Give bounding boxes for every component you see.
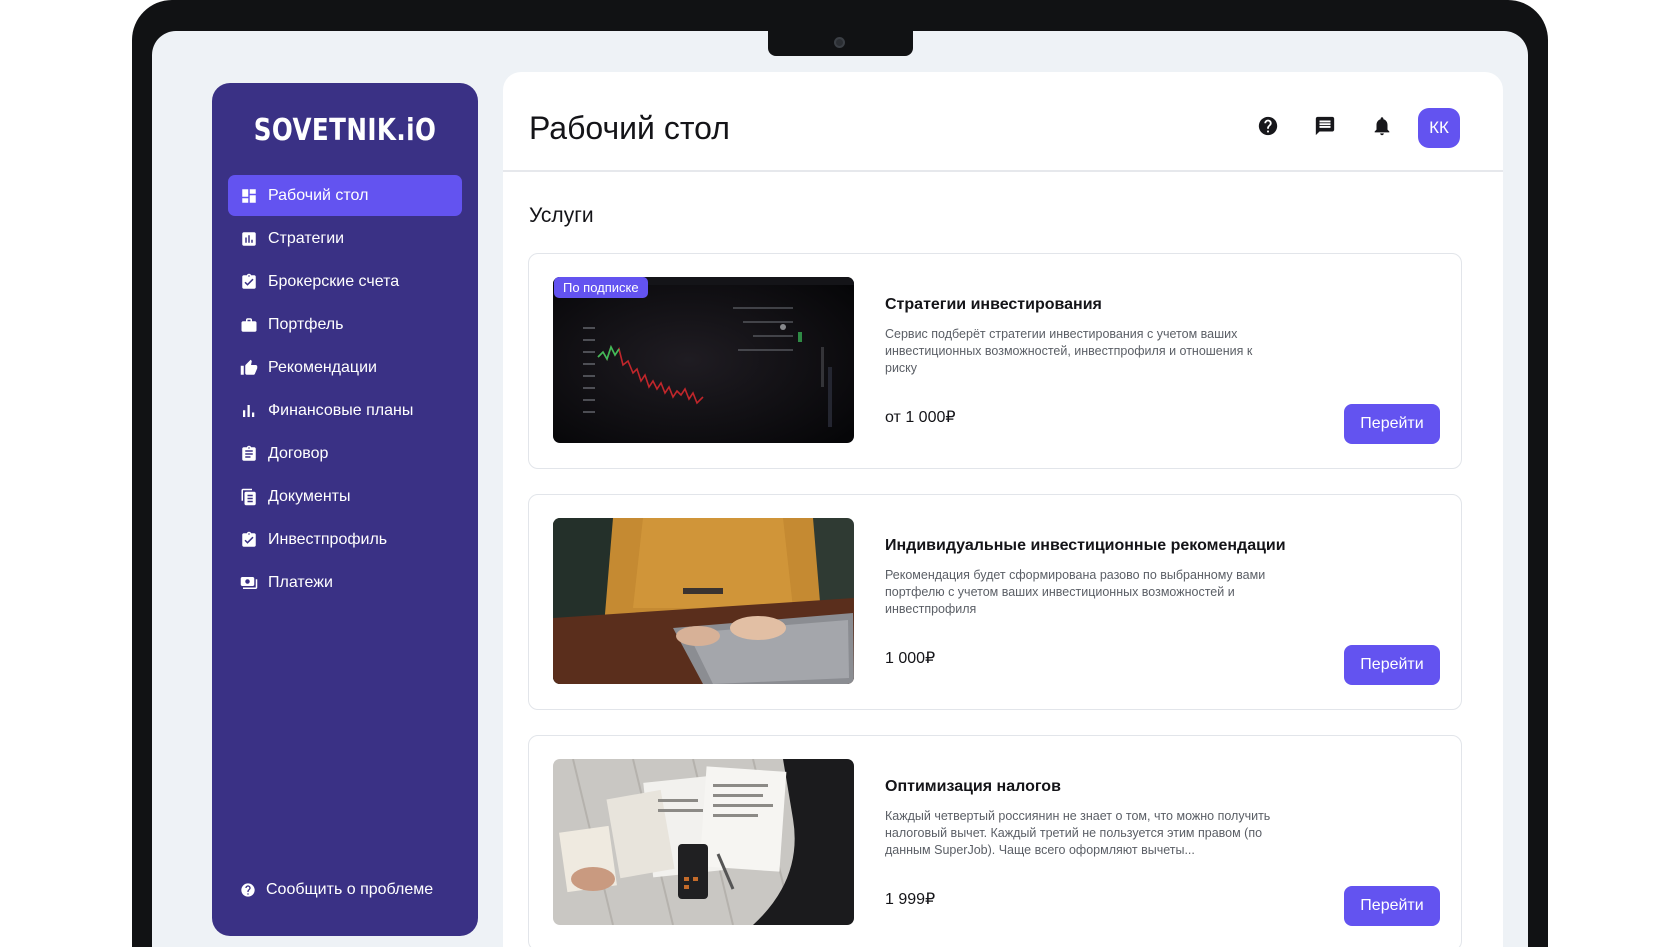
documents-icon — [240, 488, 258, 506]
report-problem-link[interactable]: Сообщить о проблеме — [240, 881, 433, 899]
service-card: Индивидуальные инвестиционные рекомендац… — [528, 494, 1462, 710]
section-title: Услуги — [529, 204, 594, 227]
sidebar-item-label: Портфель — [268, 315, 344, 333]
card-price: 1 000₽ — [885, 650, 936, 667]
sidebar-item-contract[interactable]: Договор — [228, 433, 462, 474]
card-description: Рекомендация будет сформирована разово п… — [885, 568, 1266, 616]
go-button[interactable]: Перейти — [1344, 404, 1440, 444]
sidebar-item-documents[interactable]: Документы — [228, 476, 462, 517]
payments-icon — [240, 574, 258, 592]
camera-notch — [768, 31, 913, 56]
avatar[interactable]: КК — [1418, 108, 1460, 148]
sidebar-item-label: Финансовые планы — [268, 401, 414, 419]
subscription-badge: По подписке — [554, 277, 648, 298]
trading-chart-image — [553, 277, 854, 443]
sidebar-nav: Рабочий стол Стратегии Брокерские счета … — [228, 175, 462, 605]
card-title: Стратегии инвестирования — [885, 296, 1102, 313]
card-description: Каждый четвертый россиянин не знает о то… — [885, 809, 1271, 857]
help-button[interactable] — [1257, 115, 1279, 137]
card-price: от 1 000₽ — [885, 409, 956, 426]
logo: SOVETNIK.iO — [253, 113, 437, 148]
sidebar-item-label: Рабочий стол — [268, 186, 369, 204]
sidebar-item-label: Рекомендации — [268, 358, 377, 376]
sidebar-item-recommendations[interactable]: Рекомендации — [228, 347, 462, 388]
sidebar-item-label: Стратегии — [268, 229, 345, 247]
sidebar-item-invest-profile[interactable]: Инвестпрофиль — [228, 519, 462, 560]
go-button[interactable]: Перейти — [1344, 645, 1440, 685]
profile-check-icon — [240, 531, 258, 549]
card-price: 1 999₽ — [885, 891, 936, 908]
sidebar: SOVETNIK.iO Рабочий стол Стратегии Броке… — [212, 83, 478, 936]
header: Рабочий стол КК — [503, 72, 1503, 172]
card-title: Оптимизация налогов — [885, 778, 1061, 795]
go-button[interactable]: Перейти — [1344, 886, 1440, 926]
sidebar-item-dashboard[interactable]: Рабочий стол — [228, 175, 462, 216]
webcam-icon — [834, 37, 845, 48]
sidebar-item-label: Брокерские счета — [268, 272, 400, 290]
tax-papers-image — [553, 759, 854, 925]
laptop-person-image — [553, 518, 854, 684]
bar-chart-icon — [240, 230, 258, 248]
service-card: Оптимизация налогов Каждый четвертый рос… — [528, 735, 1462, 947]
bell-icon — [1374, 117, 1390, 136]
service-card: По подписке Стратегии инвестирования Сер… — [528, 253, 1462, 469]
stats-icon — [240, 402, 258, 420]
chat-icon — [1315, 116, 1335, 136]
clipboard-check-icon — [240, 273, 258, 291]
sidebar-item-broker-accounts[interactable]: Брокерские счета — [228, 261, 462, 302]
sidebar-item-strategies[interactable]: Стратегии — [228, 218, 462, 259]
report-problem-label: Сообщить о проблеме — [266, 881, 434, 898]
card-description: Сервис подберёт стратегии инвестирования… — [885, 327, 1253, 375]
screen: SOVETNIK.iO Рабочий стол Стратегии Броке… — [152, 31, 1528, 947]
briefcase-icon — [240, 316, 258, 334]
sidebar-item-label: Платежи — [268, 573, 333, 591]
sidebar-item-label: Договор — [268, 444, 329, 462]
help-icon — [1258, 116, 1278, 136]
card-title: Индивидуальные инвестиционные рекомендац… — [885, 537, 1286, 554]
help-circle-icon — [240, 882, 256, 898]
main-panel: Рабочий стол КК Услуги По подписке Страт… — [503, 72, 1503, 947]
sidebar-item-payments[interactable]: Платежи — [228, 562, 462, 603]
thumb-up-icon — [240, 359, 258, 377]
sidebar-item-label: Документы — [268, 487, 351, 505]
sidebar-item-financial-plans[interactable]: Финансовые планы — [228, 390, 462, 431]
contract-icon — [240, 445, 258, 463]
sidebar-item-portfolio[interactable]: Портфель — [228, 304, 462, 345]
messages-button[interactable] — [1314, 115, 1336, 137]
notifications-button[interactable] — [1371, 115, 1393, 137]
page-title: Рабочий стол — [529, 110, 730, 146]
sidebar-item-label: Инвестпрофиль — [268, 530, 388, 548]
dashboard-icon — [240, 187, 258, 205]
